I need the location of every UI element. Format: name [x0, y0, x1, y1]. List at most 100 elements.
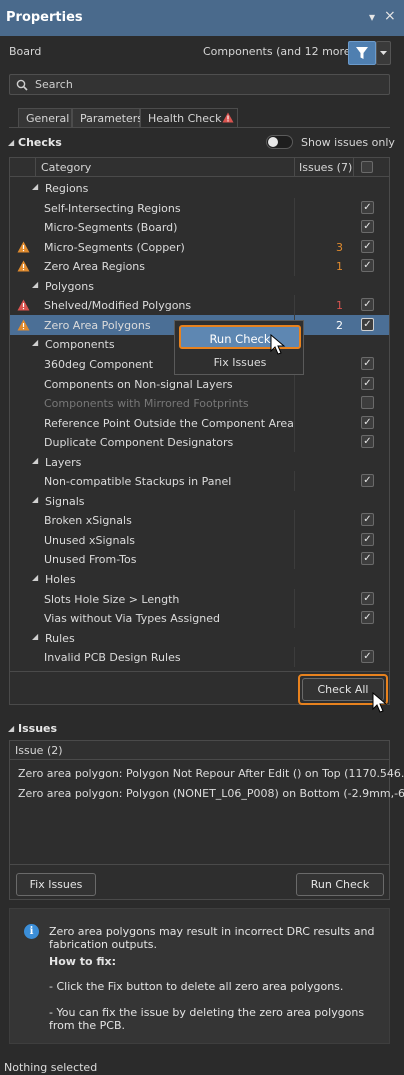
issues-header: Issues	[18, 722, 58, 735]
collapse-category-icon[interactable]: ◢	[32, 456, 38, 465]
category-column-header[interactable]: Category	[41, 161, 91, 174]
collapse-category-icon[interactable]: ◢	[32, 573, 38, 582]
check-enabled-checkbox[interactable]: ✓	[361, 220, 374, 234]
column-divider	[294, 432, 295, 453]
check-row[interactable]: Invalid PCB Design Rules ✓	[10, 647, 389, 668]
category-label: Regions	[45, 182, 89, 195]
check-row[interactable]: Components with Mirrored Footprints	[10, 393, 389, 414]
check-row[interactable]: Duplicate Component Designators ✓	[10, 432, 389, 453]
check-enabled-checkbox[interactable]: ✓	[361, 532, 374, 546]
warning-icon	[17, 241, 30, 253]
check-row[interactable]: Unused From-Tos ✓	[10, 549, 389, 570]
check-enabled-checkbox[interactable]: ✓	[361, 200, 374, 214]
check-enabled-checkbox[interactable]: ✓	[361, 513, 374, 527]
tab-divider	[9, 127, 390, 128]
check-enabled-checkbox[interactable]: ✓	[361, 474, 374, 488]
collapse-category-icon[interactable]: ◢	[32, 632, 38, 641]
issue-count: 3	[336, 240, 343, 254]
category-row[interactable]: ◢ Signals	[10, 491, 389, 511]
check-enabled-checkbox[interactable]: ✓	[361, 650, 374, 664]
check-enabled-checkbox[interactable]: ✓	[361, 611, 374, 625]
check-enabled-checkbox[interactable]: ✓	[361, 298, 374, 312]
check-enabled-checkbox[interactable]: ✓	[361, 415, 374, 429]
check-row[interactable]: Unused xSignals ✓	[10, 529, 389, 550]
tab-health-check[interactable]: Health Check	[140, 108, 238, 127]
collapse-category-icon[interactable]: ◢	[32, 338, 38, 347]
check-enabled-checkbox[interactable]: ✓	[361, 317, 374, 331]
issues-column-header[interactable]: Issues (7)	[299, 161, 352, 174]
check-label: Broken xSignals	[44, 514, 132, 528]
check-row[interactable]: Broken xSignals ✓	[10, 510, 389, 531]
check-label: Shelved/Modified Polygons	[44, 299, 192, 313]
tab-general[interactable]: General	[18, 108, 72, 127]
close-icon[interactable]: ×	[384, 8, 396, 24]
check-row[interactable]: Shelved/Modified Polygons 1 ✓	[10, 295, 389, 316]
column-divider	[294, 608, 295, 629]
collapse-category-icon[interactable]: ◢	[32, 182, 38, 191]
warning-icon	[17, 299, 30, 311]
column-divider	[353, 158, 354, 177]
category-label: Signals	[45, 494, 85, 508]
column-divider	[294, 373, 295, 394]
check-row[interactable]: Non-compatible Stackups in Panel ✓	[10, 471, 389, 492]
check-enabled-checkbox[interactable]: ✓	[361, 259, 374, 273]
issue-row[interactable]: Zero area polygon: Polygon (NONET_L06_P0…	[18, 787, 404, 800]
check-row[interactable]: Zero Area Regions 1 ✓	[10, 256, 389, 277]
check-row[interactable]: Micro-Segments (Copper) 3 ✓	[10, 236, 389, 257]
check-enabled-checkbox[interactable]: ✓	[361, 591, 374, 605]
panel-title: Properties	[6, 10, 83, 25]
mouse-cursor-icon	[372, 692, 388, 713]
check-enabled-checkbox[interactable]: ✓	[361, 435, 374, 449]
category-row[interactable]: ◢ Holes	[10, 569, 389, 589]
info-icon: i	[24, 924, 39, 939]
column-divider	[294, 158, 295, 177]
issues-grid: Issue (2) Zero area polygon: Polygon Not…	[9, 740, 404, 900]
search-icon	[16, 79, 28, 91]
show-issues-only-toggle[interactable]	[266, 135, 293, 149]
collapse-issues-icon[interactable]: ◢	[8, 724, 14, 733]
collapse-category-icon[interactable]: ◢	[32, 495, 38, 504]
category-row[interactable]: ◢ Regions	[10, 178, 389, 198]
fix-issues-button[interactable]: Fix Issues	[16, 873, 96, 896]
category-label: Polygons	[45, 279, 94, 293]
warning-icon	[17, 260, 30, 272]
filter-icon	[356, 47, 368, 59]
category-row[interactable]: ◢ Polygons	[10, 276, 389, 296]
issue-column-header[interactable]: Issue (2)	[10, 741, 389, 760]
how-to-fix-heading: How to fix:	[49, 955, 117, 968]
check-row[interactable]: Components on Non-signal Layers ✓	[10, 373, 389, 394]
search-input[interactable]: Search	[9, 74, 390, 95]
check-enabled-checkbox[interactable]: ✓	[361, 376, 374, 390]
check-enabled-checkbox[interactable]: ✓	[361, 552, 374, 566]
collapse-checks-icon[interactable]: ◢	[8, 138, 14, 147]
check-enabled-checkbox[interactable]: ✓	[361, 239, 374, 253]
show-issues-only-label: Show issues only	[301, 136, 395, 149]
pin-dropdown-icon[interactable]: ▾	[369, 10, 375, 24]
column-divider	[294, 412, 295, 433]
column-divider	[294, 393, 295, 414]
check-enabled-checkbox[interactable]: ✓	[361, 356, 374, 370]
category-row[interactable]: ◢ Layers	[10, 452, 389, 472]
check-row[interactable]: Self-Intersecting Regions ✓	[10, 197, 389, 218]
filter-button[interactable]	[348, 41, 376, 65]
column-divider	[35, 158, 36, 177]
check-label: Components with Mirrored Footprints	[44, 397, 249, 411]
check-label: 360deg Component	[44, 357, 154, 371]
select-all-checkbox[interactable]	[361, 161, 373, 173]
check-row[interactable]: Micro-Segments (Board) ✓	[10, 217, 389, 238]
collapse-category-icon[interactable]: ◢	[32, 280, 38, 289]
column-divider	[294, 510, 295, 531]
run-check-button[interactable]: Run Check	[296, 873, 384, 896]
issue-row[interactable]: Zero area polygon: Polygon Not Repour Af…	[18, 767, 404, 780]
check-row[interactable]: Vias without Via Types Assigned ✓	[10, 608, 389, 629]
tab-parameters[interactable]: Parameters	[72, 108, 143, 127]
category-row[interactable]: ◢ Rules	[10, 628, 389, 648]
warning-icon	[222, 112, 234, 123]
checks-header: Checks	[18, 136, 62, 149]
menu-item-fix-issues[interactable]: Fix Issues	[179, 354, 301, 372]
check-enabled-checkbox[interactable]	[361, 396, 374, 410]
status-bar: Nothing selected	[4, 1061, 98, 1074]
filter-dropdown-button[interactable]	[376, 41, 391, 65]
check-row[interactable]: Reference Point Outside the Component Ar…	[10, 412, 389, 433]
check-row[interactable]: Slots Hole Size > Length ✓	[10, 588, 389, 609]
